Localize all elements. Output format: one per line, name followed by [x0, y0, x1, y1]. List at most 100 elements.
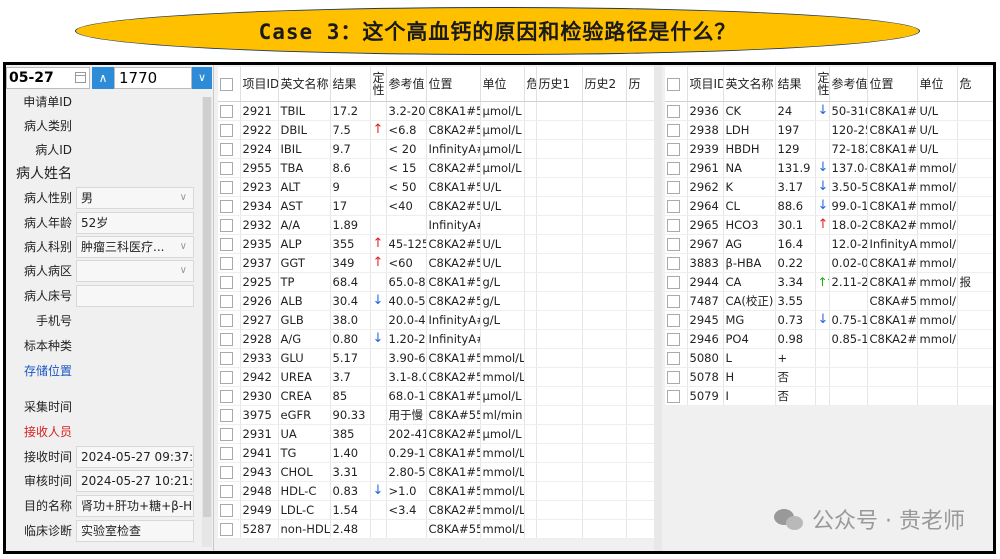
chevron-up-icon[interactable]: ∧ — [92, 67, 114, 89]
row-checkbox-cell[interactable] — [218, 348, 241, 368]
checkbox[interactable] — [220, 503, 233, 517]
result-row[interactable]: 2934AST17 <40C8KA2#55U/L — [218, 196, 655, 216]
row-checkbox-cell[interactable] — [218, 386, 241, 406]
row-checkbox-cell[interactable] — [218, 405, 241, 425]
checkbox[interactable] — [220, 77, 233, 91]
item-result[interactable]: 85 — [330, 386, 371, 406]
row-checkbox-cell[interactable] — [218, 215, 241, 235]
result-row[interactable]: 2936CK24↓50-310C8KA1#55U/L — [665, 101, 993, 121]
item-result[interactable]: 17.2 — [330, 101, 371, 121]
column-header[interactable]: 定性 — [815, 67, 830, 102]
row-checkbox-cell[interactable] — [665, 215, 688, 235]
column-header[interactable]: 英文名称 — [278, 67, 331, 102]
row-checkbox-cell[interactable] — [218, 101, 241, 121]
column-header[interactable]: 历史2 — [582, 67, 627, 102]
result-row[interactable]: 2967AG16.4 12.0-20.0InfinityA#mmol/L — [665, 234, 993, 254]
patient-field-value[interactable]: 肿瘤三科医疗... ∨ — [76, 236, 194, 258]
checkbox[interactable] — [220, 237, 233, 251]
result-row[interactable]: 2923ALT9 < 50C8KA1#55U/L — [218, 177, 655, 197]
row-checkbox-cell[interactable] — [665, 367, 688, 387]
item-result[interactable]: 0.98 — [775, 329, 816, 349]
checkbox[interactable] — [220, 427, 233, 441]
row-checkbox-cell[interactable] — [218, 272, 241, 292]
row-checkbox-cell[interactable] — [665, 101, 688, 121]
item-result[interactable]: + — [775, 348, 816, 368]
checkbox[interactable] — [220, 275, 233, 289]
result-row[interactable]: 2944CA3.34↑↑2.11-2.5C8KA1#55mmol/L报 — [665, 272, 993, 292]
checkbox[interactable] — [667, 256, 680, 270]
patient-field-value[interactable]: 52岁 — [76, 212, 194, 234]
result-row[interactable]: 2927GLB38.0 20.0-40.0InfinityA#g/L — [218, 310, 655, 330]
checkbox[interactable] — [667, 77, 680, 91]
item-result[interactable]: 1.40 — [330, 443, 371, 463]
item-result[interactable]: 0.80 — [330, 329, 371, 349]
column-header[interactable]: 危 — [524, 67, 537, 102]
checkbox[interactable] — [220, 199, 233, 213]
result-row[interactable]: 2949LDL-C1.54 <3.4C8KA2#55mmol/L — [218, 500, 655, 520]
item-result[interactable]: 3.34 — [775, 272, 816, 292]
checkbox[interactable] — [220, 332, 233, 346]
result-row[interactable]: 2935ALP355↑45-125C8KA2#55U/L — [218, 234, 655, 254]
column-header[interactable]: 单位 — [917, 67, 958, 102]
item-result[interactable]: 0.83 — [330, 481, 371, 501]
result-row[interactable]: 5080 L + — [665, 348, 993, 368]
item-result[interactable]: 2.48 — [330, 519, 371, 539]
item-result[interactable]: 16.4 — [775, 234, 816, 254]
row-checkbox-cell[interactable] — [218, 177, 241, 197]
checkbox[interactable] — [667, 161, 680, 175]
item-result[interactable]: 197 — [775, 120, 816, 140]
row-checkbox-cell[interactable] — [665, 234, 688, 254]
result-row[interactable]: 2955TBA8.6 < 15C8KA2#55μmol/L — [218, 158, 655, 178]
item-result[interactable]: 3.31 — [330, 462, 371, 482]
item-result[interactable]: 否 — [775, 386, 816, 406]
row-checkbox-cell[interactable] — [665, 177, 688, 197]
row-checkbox-cell[interactable] — [218, 310, 241, 330]
result-row[interactable]: 2926ALB30.4↓40.0-55.0C8KA2#55g/L — [218, 291, 655, 311]
checkbox[interactable] — [220, 142, 233, 156]
result-row[interactable]: 2961NA131.9↓137.0-147C8KA1#55mmol/L — [665, 158, 993, 178]
row-checkbox-cell[interactable] — [218, 500, 241, 520]
column-header[interactable]: 单位 — [480, 67, 525, 102]
row-checkbox-cell[interactable] — [218, 234, 241, 254]
checkbox[interactable] — [220, 522, 233, 536]
patient-field-value[interactable]: 实验室检查 — [76, 520, 194, 542]
checkbox[interactable] — [220, 256, 233, 270]
result-row[interactable]: 5287non-HDL-2.48 C8KA#554mmol/L — [218, 519, 655, 539]
row-checkbox-cell[interactable] — [665, 139, 688, 159]
checkbox[interactable] — [220, 408, 233, 422]
column-header[interactable]: 位置 — [867, 67, 918, 102]
item-result[interactable]: 1.89 — [330, 215, 371, 235]
item-result[interactable]: 否 — [775, 367, 816, 387]
column-header[interactable]: 位置 — [426, 67, 481, 102]
row-checkbox-cell[interactable] — [665, 329, 688, 349]
row-checkbox-cell[interactable] — [218, 120, 241, 140]
patient-field-value[interactable]: 男 ∨ — [76, 187, 194, 209]
checkbox[interactable] — [220, 218, 233, 232]
result-row[interactable]: 2965HCO330.1↑18.0-28.0C8KA2#55mmol/L — [665, 215, 993, 235]
patient-field-value[interactable] — [76, 285, 194, 307]
row-checkbox-cell[interactable] — [218, 443, 241, 463]
chevron-down-icon[interactable]: ∨ — [180, 237, 187, 257]
result-row[interactable]: 2922DBIL7.5↑<6.8C8KA2#55μmol/L — [218, 120, 655, 140]
row-checkbox-cell[interactable] — [218, 481, 241, 501]
item-result[interactable]: 3.7 — [330, 367, 371, 387]
chevron-down-icon[interactable]: ∨ — [180, 188, 187, 208]
result-row[interactable]: 3883β-HBA0.22 0.02-0.2C8KA1#55mmol/L — [665, 253, 993, 273]
column-header[interactable]: 定性 — [370, 67, 387, 102]
result-row[interactable]: 3975eGFR90.33 用于慢C8KA#554ml/min — [218, 405, 655, 425]
item-result[interactable]: 68.4 — [330, 272, 371, 292]
item-result[interactable]: 17 — [330, 196, 371, 216]
column-header[interactable]: 结果 — [330, 67, 371, 102]
result-row[interactable]: 2945MG0.73↓0.75-1.0C8KA1#55mmol/L — [665, 310, 993, 330]
checkbox[interactable] — [667, 142, 680, 156]
sample-number-input[interactable]: 1770 — [114, 67, 192, 89]
result-row[interactable]: 2962K3.17↓3.50-5.3C8KA1#55mmol/L — [665, 177, 993, 197]
checkbox[interactable] — [667, 199, 680, 213]
result-row[interactable]: 7487CA(校正)3.55 C8KA#554mmol/L — [665, 291, 993, 311]
checkbox[interactable] — [667, 237, 680, 251]
column-header[interactable]: 参考值 — [386, 67, 427, 102]
scrollbar-thumb[interactable] — [203, 97, 211, 517]
result-row[interactable]: 2938LDH197 120-250C8KA1#55U/L — [665, 120, 993, 140]
result-row[interactable]: 2942UREA3.7 3.1-8.0C8KA2#55mmol/L — [218, 367, 655, 387]
calendar-icon[interactable] — [75, 72, 86, 83]
